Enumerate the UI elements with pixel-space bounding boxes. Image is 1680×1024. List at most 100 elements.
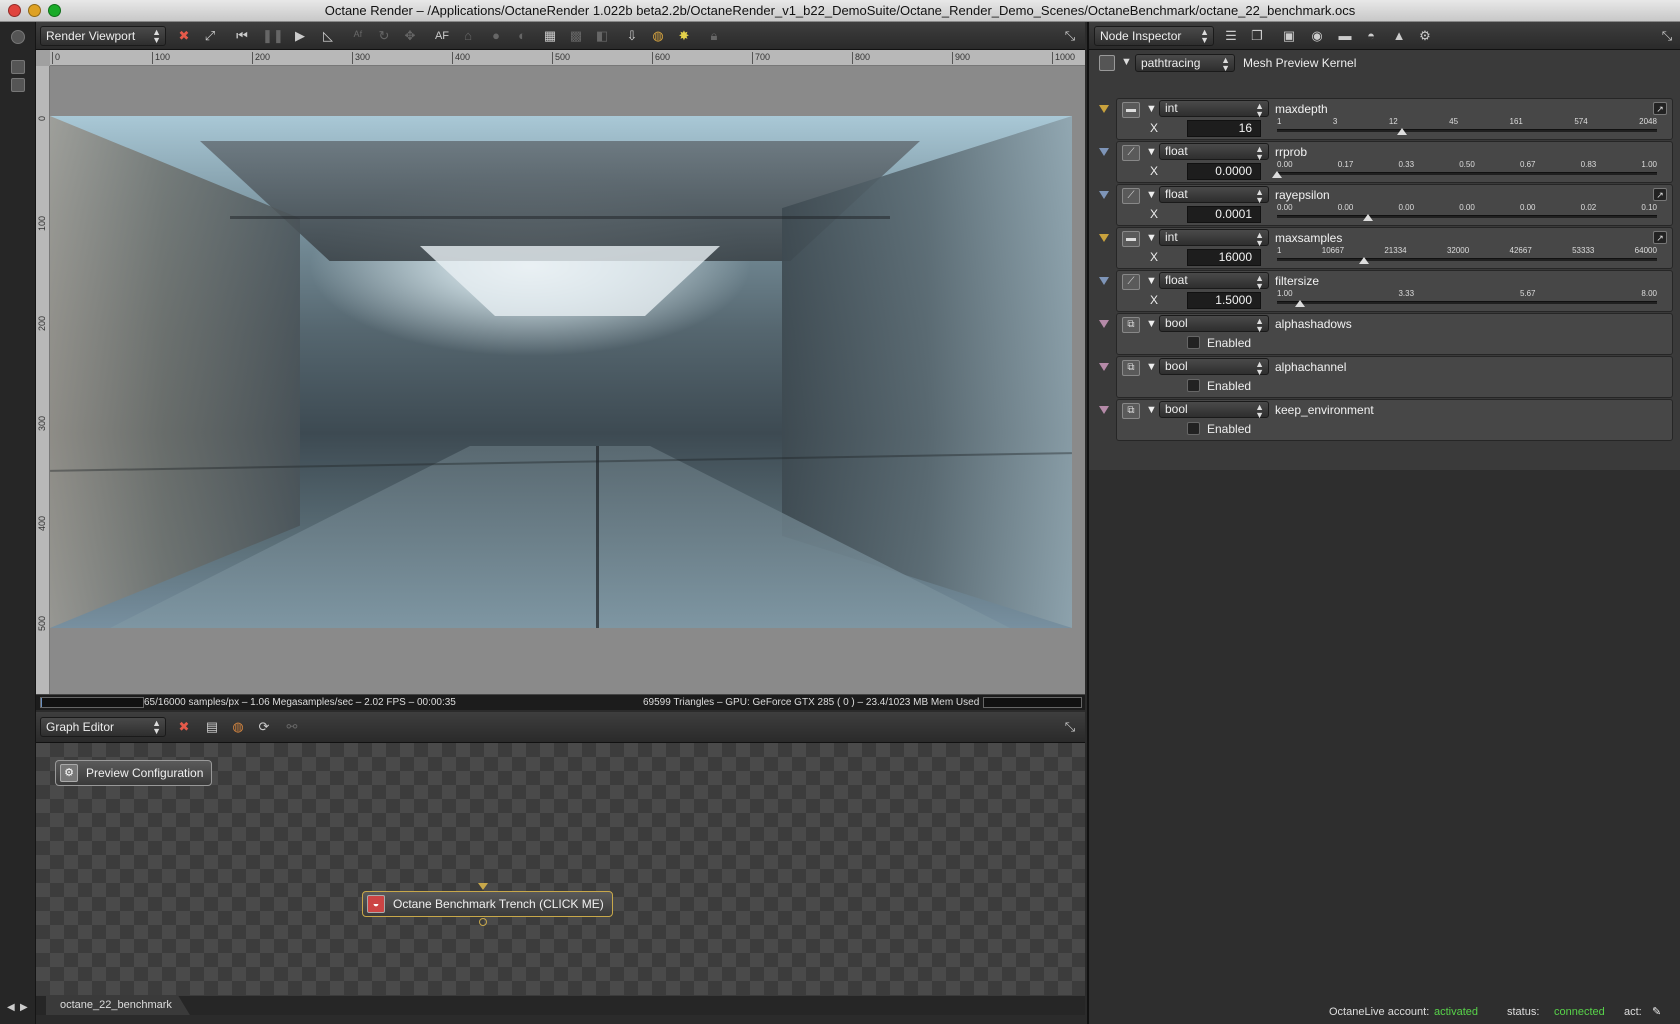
maximize-viewport-icon[interactable]: ⤡ (1060, 27, 1080, 45)
param-type-icon[interactable]: ⟋ (1122, 274, 1140, 290)
param-pin[interactable] (1099, 363, 1109, 371)
inspector-panel-type-select[interactable]: Node Inspector ▲ ▼ (1094, 26, 1214, 46)
graph-panel-type-select[interactable]: Graph Editor ▲ ▼ (40, 717, 166, 737)
collapse-icon[interactable]: ▼ (1146, 275, 1157, 287)
collapse-icon[interactable]: ▼ (1146, 361, 1157, 373)
autofocus-button[interactable]: AF (432, 27, 452, 45)
stop-render-icon[interactable]: ✖ (174, 27, 194, 45)
sphere-icon[interactable]: ● (486, 27, 506, 45)
fit-view-icon[interactable]: ⤢ (200, 27, 220, 45)
preview-configuration-node[interactable]: ⚙ Preview Configuration (55, 760, 213, 786)
rendered-image[interactable] (50, 116, 1072, 628)
tab-octane-benchmark[interactable]: octane_22_benchmark (46, 996, 190, 1015)
param-value-field[interactable]: 0.0001 (1187, 206, 1261, 223)
param-type-select[interactable]: float ▲ ▼ (1159, 143, 1269, 162)
light-icon[interactable]: ✸ (674, 27, 694, 45)
param-type-icon[interactable]: ⧉ (1122, 360, 1140, 376)
zoom-window-button[interactable] (48, 4, 61, 17)
material-icon[interactable]: ◍ (648, 27, 668, 45)
dock-gear-icon[interactable] (11, 30, 25, 44)
rotate-icon[interactable]: ↻ (374, 27, 394, 45)
kernel-type-select[interactable]: pathtracing ▲ ▼ (1135, 54, 1235, 73)
param-type-icon[interactable]: ⧉ (1122, 317, 1140, 333)
param-pin[interactable] (1099, 406, 1109, 414)
param-value-field[interactable]: 16000 (1187, 249, 1261, 266)
param-pin[interactable] (1099, 320, 1109, 328)
graph-canvas[interactable]: ⚙ Preview Configuration ◒ Octane Benchma… (36, 743, 1085, 995)
maximize-graph-icon[interactable]: ⤡ (1060, 718, 1080, 736)
graph-material-icon[interactable]: ◍ (228, 718, 248, 736)
collapse-icon[interactable]: ▼ (1146, 232, 1157, 244)
arrow-right-icon[interactable]: ▶ (20, 1002, 28, 1013)
collapse-icon[interactable]: ▼ (1146, 404, 1157, 416)
graph-add-node-icon[interactable]: ▤ (202, 718, 222, 736)
edit-curve-icon[interactable]: ↗ (1653, 231, 1667, 244)
arrow-left-icon[interactable]: ◀ (7, 1002, 15, 1013)
maximize-inspector-icon[interactable]: ⤡ (1657, 27, 1677, 45)
enabled-checkbox[interactable] (1187, 379, 1200, 392)
param-type-select[interactable]: bool ▲ ▼ (1159, 358, 1269, 377)
slider-thumb[interactable] (1294, 300, 1305, 307)
pause-icon[interactable]: ❚❚ (262, 27, 284, 45)
sphere-alt-icon[interactable]: ◐ (512, 27, 532, 45)
dock-search-icon[interactable] (11, 60, 25, 74)
restart-icon[interactable]: ⏮ (232, 27, 252, 45)
camera-icon[interactable]: ⌂ (458, 27, 478, 45)
pan-icon[interactable]: ✥ (400, 27, 420, 45)
param-type-select[interactable]: bool ▲ ▼ (1159, 401, 1269, 420)
collapse-icon[interactable]: ▼ (1146, 146, 1157, 158)
param-slider[interactable]: 1 10667 21334 32000 42667 53333 64000 (1277, 246, 1657, 266)
graph-link-icon[interactable]: ⚯ (282, 718, 302, 736)
inspector-camera-icon[interactable]: ◉ (1307, 27, 1327, 45)
collapse-icon[interactable]: ▼ (1146, 189, 1157, 201)
param-pin[interactable] (1099, 277, 1109, 285)
slider-thumb[interactable] (1272, 171, 1282, 178)
collapse-icon[interactable]: ▼ (1146, 318, 1157, 330)
param-type-icon[interactable]: ▬ (1122, 231, 1140, 247)
slider-track[interactable] (1277, 129, 1657, 132)
param-type-select[interactable]: bool ▲ ▼ (1159, 315, 1269, 334)
param-value-field[interactable]: 1.5000 (1187, 292, 1261, 309)
benchmark-scene-node[interactable]: ◒ Octane Benchmark Trench (CLICK ME) (362, 891, 613, 917)
slider-track[interactable] (1277, 172, 1657, 175)
checker-icon[interactable]: ▩ (566, 27, 586, 45)
activity-icon[interactable]: ✎ (1652, 1000, 1661, 1024)
autofocus-picker-icon[interactable]: ᴬᶠ (348, 27, 368, 45)
inspector-minus-icon[interactable]: ▬ (1335, 27, 1355, 45)
slider-track[interactable] (1277, 215, 1657, 218)
slider-track[interactable] (1277, 258, 1657, 261)
layers-icon[interactable]: ◧ (592, 27, 612, 45)
slider-thumb[interactable] (1397, 128, 1408, 135)
graph-delete-icon[interactable]: ✖ (174, 718, 194, 736)
param-value-field[interactable]: 16 (1187, 120, 1261, 137)
param-type-select[interactable]: int ▲ ▼ (1159, 100, 1269, 119)
param-type-select[interactable]: float ▲ ▼ (1159, 272, 1269, 291)
play-icon[interactable]: ▶ (290, 27, 310, 45)
edit-curve-icon[interactable]: ↗ (1653, 188, 1667, 201)
graph-refresh-icon[interactable]: ⟳ (254, 718, 274, 736)
inspector-image-icon[interactable]: ▣ (1279, 27, 1299, 45)
minimize-window-button[interactable] (28, 4, 41, 17)
inspector-copy-icon[interactable]: ❐ (1247, 27, 1267, 45)
enabled-checkbox[interactable] (1187, 422, 1200, 435)
lock-icon[interactable]: 🔒︎ (704, 27, 724, 45)
param-slider[interactable]: 0.00 0.00 0.00 0.00 0.00 0.02 0.10 (1277, 203, 1657, 223)
param-value-field[interactable]: 0.0000 (1187, 163, 1261, 180)
param-slider[interactable]: 1.00 3.33 5.67 8.00 (1277, 289, 1657, 309)
param-slider[interactable]: 0.00 0.17 0.33 0.50 0.67 0.83 1.00 (1272, 160, 1657, 180)
param-type-select[interactable]: int ▲ ▼ (1159, 229, 1269, 248)
slider-thumb[interactable] (1359, 257, 1370, 264)
region-render-icon[interactable]: ◺ (318, 27, 338, 45)
inspector-expand-icon[interactable]: ☰ (1221, 27, 1241, 45)
param-type-icon[interactable]: ⟋ (1122, 188, 1140, 204)
slider-thumb[interactable] (1363, 214, 1374, 221)
param-type-icon[interactable]: ⧉ (1122, 403, 1140, 419)
panel-type-select[interactable]: Render Viewport ▲ ▼ (40, 26, 166, 46)
param-pin[interactable] (1099, 148, 1109, 156)
collapse-icon[interactable]: ▼ (1146, 103, 1157, 115)
enabled-checkbox[interactable] (1187, 336, 1200, 349)
inspector-settings-icon[interactable]: ⚙ (1415, 27, 1435, 45)
param-slider[interactable]: 1 3 12 45 161 574 2048 (1277, 117, 1657, 137)
param-type-icon[interactable]: ▬ (1122, 102, 1140, 118)
export-icon[interactable]: ⇩ (622, 27, 642, 45)
